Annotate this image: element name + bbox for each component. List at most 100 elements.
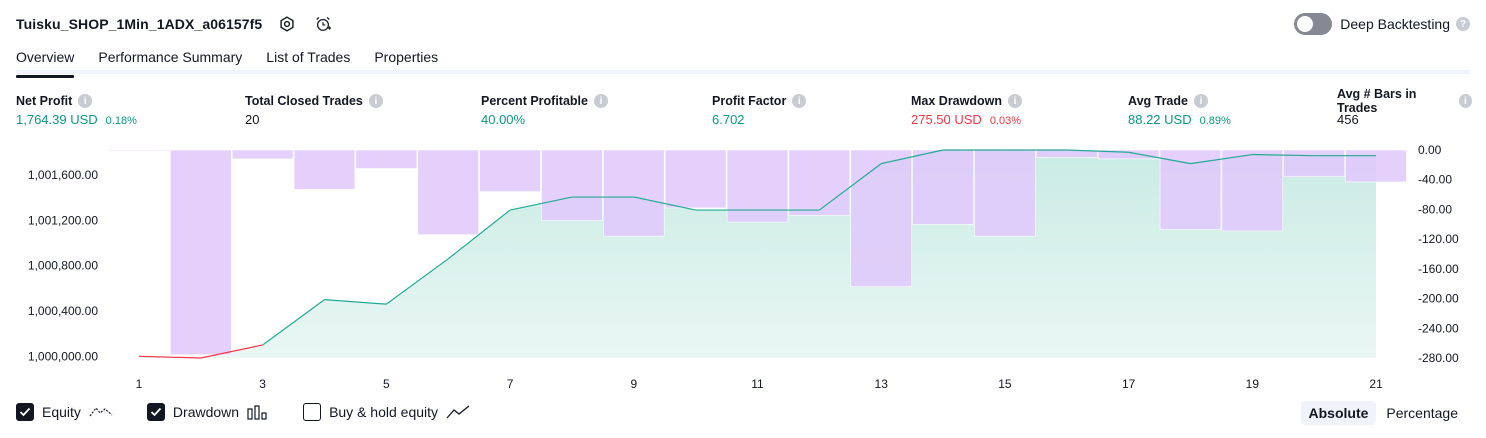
info-icon[interactable]: i: [1008, 94, 1022, 108]
x-tick-label: 1: [136, 377, 143, 391]
x-tick-label: 5: [383, 377, 390, 391]
y-right-tick-label: -40.00: [1418, 173, 1452, 187]
x-tick-label: 11: [751, 377, 764, 391]
deep-backtesting-label: Deep Backtesting: [1340, 16, 1450, 32]
equity-line-icon: [89, 404, 113, 420]
metric-profit-factor: Profit Factor i 6.702: [712, 92, 807, 127]
drawdown-bar: [664, 149, 727, 209]
metric-value: 275.50 USD: [911, 112, 982, 127]
drawdown-bar: [1345, 149, 1407, 183]
y-left-tick-label: 1,001,200.00: [28, 213, 98, 227]
metric-value: 20: [245, 112, 260, 127]
y-left-tick-label: 1,000,400.00: [28, 304, 98, 318]
drawdown-bar: [1221, 149, 1284, 232]
metric-label: Avg Trade: [1128, 94, 1188, 108]
y-right-tick-label: 0.00: [1418, 143, 1442, 157]
buy-hold-label: Buy & hold equity: [329, 404, 439, 420]
metric-total-closed-trades: Total Closed Trades i 20: [245, 92, 383, 127]
drawdown-bars-icon: [247, 404, 269, 420]
drawdown-bar: [417, 149, 479, 235]
y-right-tick-label: -160.00: [1418, 262, 1459, 276]
legend-drawdown[interactable]: Drawdown: [146, 403, 269, 421]
y-right-tick-label: -80.00: [1418, 202, 1452, 216]
y-left-tick-label: 1,001,600.00: [28, 168, 98, 182]
metric-value: 6.702: [712, 112, 745, 127]
legend-equity[interactable]: Equity: [16, 403, 113, 421]
drawdown-bar: [974, 149, 1036, 237]
drawdown-bar: [479, 149, 541, 192]
alarm-clock-plus-icon[interactable]: [314, 15, 332, 33]
x-tick-label: 3: [259, 377, 266, 391]
settings-gear-icon[interactable]: [278, 15, 296, 33]
drawdown-bar: [603, 149, 665, 237]
metric-value: 456: [1337, 112, 1359, 127]
metrics-row: Net Profit i 1,764.39 USD 0.18% Total Clos…: [16, 87, 1472, 132]
metric-avg-trade: Avg Trade i 88.22 USD 0.89%: [1128, 92, 1231, 127]
drawdown-label: Drawdown: [172, 404, 240, 420]
metric-sub-value: 0.18%: [105, 115, 137, 127]
drawdown-bar: [912, 149, 974, 225]
drawdown-bar: [1283, 149, 1345, 178]
x-tick-label: 15: [998, 377, 1012, 391]
drawdown-bar: [170, 149, 232, 355]
tab-overview[interactable]: Overview: [16, 40, 75, 78]
drawdown-bar: [108, 149, 170, 152]
deep-backtesting-toggle[interactable]: [1294, 13, 1333, 35]
metric-value: 88.22 USD: [1128, 112, 1192, 127]
mode-absolute-button[interactable]: Absolute: [1300, 401, 1377, 425]
info-icon[interactable]: i: [792, 94, 807, 108]
x-tick-label: 13: [875, 377, 889, 391]
info-icon[interactable]: i: [1458, 94, 1472, 108]
y-right-tick-label: -280.00: [1418, 351, 1459, 365]
equity-label: Equity: [42, 404, 81, 420]
toggle-knob: [1297, 16, 1314, 32]
x-tick-label: 17: [1122, 377, 1136, 391]
y-left-tick-label: 1,000,000.00: [28, 349, 98, 363]
metric-value: 1,764.39 USD: [16, 112, 98, 127]
drawdown-bar: [850, 149, 912, 287]
drawdown-bar: [726, 149, 789, 223]
y-right-tick-label: -120.00: [1418, 232, 1459, 246]
metric-value: 40.00%: [481, 112, 526, 127]
metric-avg-bars-in-trades: Avg # Bars in Trades i 456: [1337, 87, 1472, 127]
metric-label: Percent Profitable: [481, 94, 588, 108]
deep-backtesting-control: Deep Backtesting ?: [1294, 13, 1470, 35]
tab-properties[interactable]: Properties: [374, 40, 438, 74]
info-icon[interactable]: i: [1193, 94, 1208, 108]
tab-performance-summary[interactable]: Performance Summary: [98, 40, 242, 74]
strategy-title: Tuisku_SHOP_1Min_1ADX_a06157f5: [16, 16, 263, 32]
metric-label: Profit Factor: [712, 94, 787, 108]
metric-label: Total Closed Trades: [245, 94, 363, 108]
drawdown-bar: [231, 149, 294, 160]
info-icon[interactable]: i: [593, 94, 608, 108]
buy-hold-checkbox[interactable]: [303, 403, 322, 421]
report-tabs: Overview Performance Summary List of Tra…: [16, 40, 1470, 78]
drawdown-checkbox[interactable]: [146, 403, 165, 421]
x-tick-label: 9: [630, 377, 637, 391]
metric-net-profit: Net Profit i 1,764.39 USD 0.18%: [16, 92, 137, 127]
help-icon[interactable]: ?: [1456, 17, 1470, 31]
strategy-header: Tuisku_SHOP_1Min_1ADX_a06157f5: [16, 10, 332, 38]
drawdown-bar: [355, 149, 418, 169]
equity-checkbox[interactable]: [16, 403, 34, 421]
x-tick-label: 7: [507, 377, 514, 391]
info-icon[interactable]: i: [368, 94, 383, 108]
metric-label: Avg # Bars in Trades: [1337, 87, 1417, 115]
info-icon[interactable]: i: [78, 94, 93, 108]
x-tick-label: 21: [1369, 377, 1383, 391]
metric-sub-value: 0.03%: [989, 115, 1022, 127]
equity-drawdown-chart[interactable]: 1,000,000.00 1,000,400.00 1,000,800.00 1,00…: [0, 140, 1486, 400]
x-tick-label: 19: [1246, 377, 1260, 391]
y-left-tick-label: 1,000,800.00: [28, 259, 98, 273]
scale-mode-switch: Absolute Percentage: [1299, 401, 1467, 425]
drawdown-bar: [293, 149, 356, 190]
y-right-tick-label: -240.00: [1418, 321, 1459, 335]
y-right-tick-label: -200.00: [1418, 292, 1459, 306]
tab-list-of-trades[interactable]: List of Trades: [266, 40, 350, 74]
mode-percentage-button[interactable]: Percentage: [1378, 401, 1466, 425]
legend-buy-hold[interactable]: Buy & hold equity: [303, 403, 470, 421]
drawdown-bar: [541, 149, 603, 221]
drawdown-bar: [788, 149, 851, 216]
metric-sub-value: 0.89%: [1199, 115, 1231, 127]
metric-label: Max Drawdown: [911, 94, 1002, 108]
